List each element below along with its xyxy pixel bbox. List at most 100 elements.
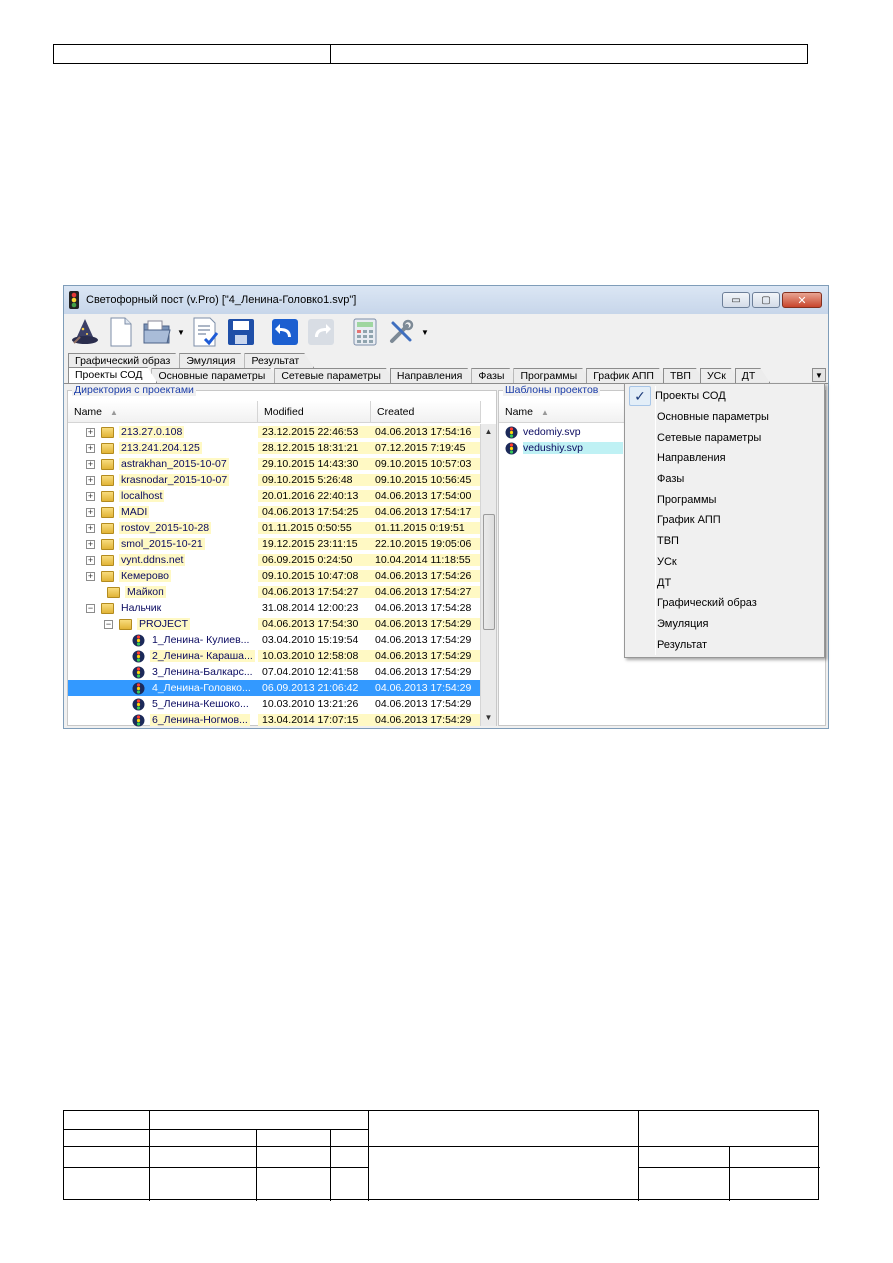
tools-icon[interactable] <box>384 315 418 349</box>
menu-item-main-params[interactable]: Основные параметры <box>627 407 822 428</box>
column-header-modified[interactable]: Modified <box>258 401 371 422</box>
undo-icon[interactable] <box>268 315 302 349</box>
tree-row[interactable]: Майкоп 04.06.2013 17:54:27 04.06.2013 17… <box>68 584 481 600</box>
tab-emulation[interactable]: Эмуляция <box>179 353 250 368</box>
column-header-name[interactable]: Name ▲ <box>68 401 258 422</box>
tab-directions[interactable]: Направления <box>390 368 477 383</box>
tree-row[interactable]: 3_Ленина-Балкарс... 07.04.2010 12:41:58 … <box>68 664 481 680</box>
tab-phases[interactable]: Фазы <box>471 368 519 383</box>
window-controls: ▭ ▢ ✕ <box>722 292 822 308</box>
expand-icon[interactable]: + <box>86 427 95 437</box>
menu-item-projects-sod[interactable]: ✓ Проекты СОД <box>627 386 822 407</box>
open-folder-icon[interactable] <box>140 315 174 349</box>
expand-icon[interactable]: + <box>86 443 95 453</box>
tree-row[interactable]: − PROJECT 04.06.2013 17:54:30 04.06.2013 … <box>68 616 481 632</box>
tree-row[interactable]: − Нальчик 31.08.2014 12:00:23 04.06.2013 … <box>68 600 481 616</box>
tabs-context-menu: ✓ Проекты СОД Основные параметры Сетевые … <box>624 383 825 658</box>
menu-item-programs[interactable]: Программы <box>627 489 822 510</box>
expand-icon[interactable]: + <box>86 459 95 469</box>
directory-scrollbar[interactable]: ▲ ▼ <box>480 424 496 726</box>
menu-item-result[interactable]: Результат <box>627 634 822 655</box>
tree-row[interactable]: + astrakhan_2015-10-07 29.10.2015 14:43:3… <box>68 456 481 472</box>
checklist-icon[interactable] <box>188 315 222 349</box>
project-tree[interactable]: +213.27.0.108 23.12.2015 22:46:53 04.06.… <box>68 424 481 728</box>
tab-result[interactable]: Результат <box>244 353 314 368</box>
tab-programs[interactable]: Программы <box>513 368 592 383</box>
expand-icon[interactable]: + <box>86 555 95 565</box>
tab-usk[interactable]: УСк <box>700 368 741 383</box>
traffic-light-file-icon <box>505 442 518 455</box>
menu-item-emulation[interactable]: Эмуляция <box>627 614 822 635</box>
folder-icon <box>101 602 114 614</box>
title-bar[interactable]: Светофорный пост (v.Pro) ["4_Ленина-Голо… <box>64 286 828 314</box>
calculator-icon[interactable] <box>348 315 382 349</box>
document-title-block <box>63 1110 820 1201</box>
scroll-up-icon[interactable]: ▲ <box>481 424 496 440</box>
column-header-name[interactable]: Name ▲ <box>499 401 639 422</box>
collapse-icon[interactable]: − <box>104 619 113 629</box>
menu-item-directions[interactable]: Направления <box>627 448 822 469</box>
expand-icon[interactable]: + <box>86 571 95 581</box>
menu-item-app-schedule[interactable]: График АПП <box>627 510 822 531</box>
close-button[interactable]: ✕ <box>782 292 822 308</box>
tab-tvp[interactable]: ТВП <box>663 368 706 383</box>
menu-item-usk[interactable]: УСк <box>627 552 822 573</box>
tab-projects-sod[interactable]: Проекты СОД <box>68 367 157 383</box>
folder-icon <box>101 474 114 486</box>
folder-icon <box>101 442 114 454</box>
collapse-icon[interactable]: − <box>86 603 95 613</box>
tree-row[interactable]: + MADI 04.06.2013 17:54:25 04.06.2013 17:… <box>68 504 481 520</box>
scrollbar-thumb[interactable] <box>483 514 495 630</box>
tools-dropdown-arrow[interactable]: ▼ <box>420 315 430 349</box>
folder-icon <box>101 554 114 566</box>
tree-row[interactable]: +213.27.0.108 23.12.2015 22:46:53 04.06.… <box>68 424 481 440</box>
menu-item-tvp[interactable]: ТВП <box>627 531 822 552</box>
tab-graphic-image[interactable]: Графический образ <box>68 353 185 368</box>
menu-item-network-params[interactable]: Сетевые параметры <box>627 427 822 448</box>
tab-network-params[interactable]: Сетевые параметры <box>274 368 396 383</box>
tab-dt[interactable]: ДТ <box>735 368 771 383</box>
folder-icon <box>119 618 132 630</box>
tabs-dropdown-icon[interactable]: ▼ <box>812 368 826 382</box>
expand-icon[interactable]: + <box>86 475 95 485</box>
column-header-created[interactable]: Created <box>371 401 481 422</box>
project-templates-label: Шаблоны проектов <box>503 384 601 396</box>
expand-icon[interactable]: + <box>86 539 95 549</box>
tab-app-schedule[interactable]: График АПП <box>586 368 669 383</box>
open-dropdown-arrow[interactable]: ▼ <box>176 315 186 349</box>
save-icon[interactable] <box>224 315 258 349</box>
wizard-icon[interactable] <box>68 315 102 349</box>
tab-main-params[interactable]: Основные параметры <box>151 368 280 383</box>
menu-item-phases[interactable]: Фазы <box>627 469 822 490</box>
tree-row[interactable]: +213.241.204.125 28.12.2015 18:31:21 07.… <box>68 440 481 456</box>
sort-ascending-icon: ▲ <box>110 408 118 417</box>
tree-row[interactable]: + Кемерово 09.10.2015 10:47:08 04.06.2013… <box>68 568 481 584</box>
folder-icon <box>101 458 114 470</box>
maximize-button[interactable]: ▢ <box>752 292 780 308</box>
window-title: Светофорный пост (v.Pro) ["4_Ленина-Голо… <box>86 294 357 306</box>
tree-row[interactable]: + smol_2015-10-21 19.12.2015 23:11:15 22.… <box>68 536 481 552</box>
tree-row[interactable]: + krasnodar_2015-10-07 09.10.2015 5:26:48… <box>68 472 481 488</box>
folder-icon <box>101 490 114 502</box>
menu-item-dt[interactable]: ДТ <box>627 572 822 593</box>
tree-row[interactable]: 2_Ленина- Караша... 10.03.2010 12:58:08 … <box>68 648 481 664</box>
tree-row[interactable]: + localhost 20.01.2016 22:40:13 04.06.201… <box>68 488 481 504</box>
new-file-icon[interactable] <box>104 315 138 349</box>
redo-icon[interactable] <box>304 315 338 349</box>
tree-row-selected[interactable]: 4_Ленина-Головко... 06.09.2013 21:06:42 … <box>68 680 481 696</box>
minimize-button[interactable]: ▭ <box>722 292 750 308</box>
directory-table-header: Name ▲ Modified Created <box>68 401 481 423</box>
traffic-light-file-icon <box>132 634 145 647</box>
tree-row[interactable]: + rostov_2015-10-28 01.11.2015 0:50:55 01… <box>68 520 481 536</box>
tree-row[interactable]: 1_Ленина- Кулиев... 03.04.2010 15:19:54 … <box>68 632 481 648</box>
expand-icon[interactable]: + <box>86 507 95 517</box>
expand-icon[interactable]: + <box>86 491 95 501</box>
traffic-light-file-icon <box>132 666 145 679</box>
expand-icon[interactable]: + <box>86 523 95 533</box>
projects-directory-group: Директория с проектами Name ▲ Modified Cr… <box>67 384 497 728</box>
menu-item-graphic-image[interactable]: Графический образ <box>627 593 822 614</box>
tree-row[interactable]: 6_Ленина-Ногмов... 13.04.2014 17:07:15 0… <box>68 712 481 728</box>
tree-row[interactable]: 5_Ленина-Кешоко... 10.03.2010 13:21:26 0… <box>68 696 481 712</box>
scroll-down-icon[interactable]: ▼ <box>481 710 496 726</box>
tree-row[interactable]: + vynt.ddns.net 06.09.2015 0:24:50 10.04.… <box>68 552 481 568</box>
